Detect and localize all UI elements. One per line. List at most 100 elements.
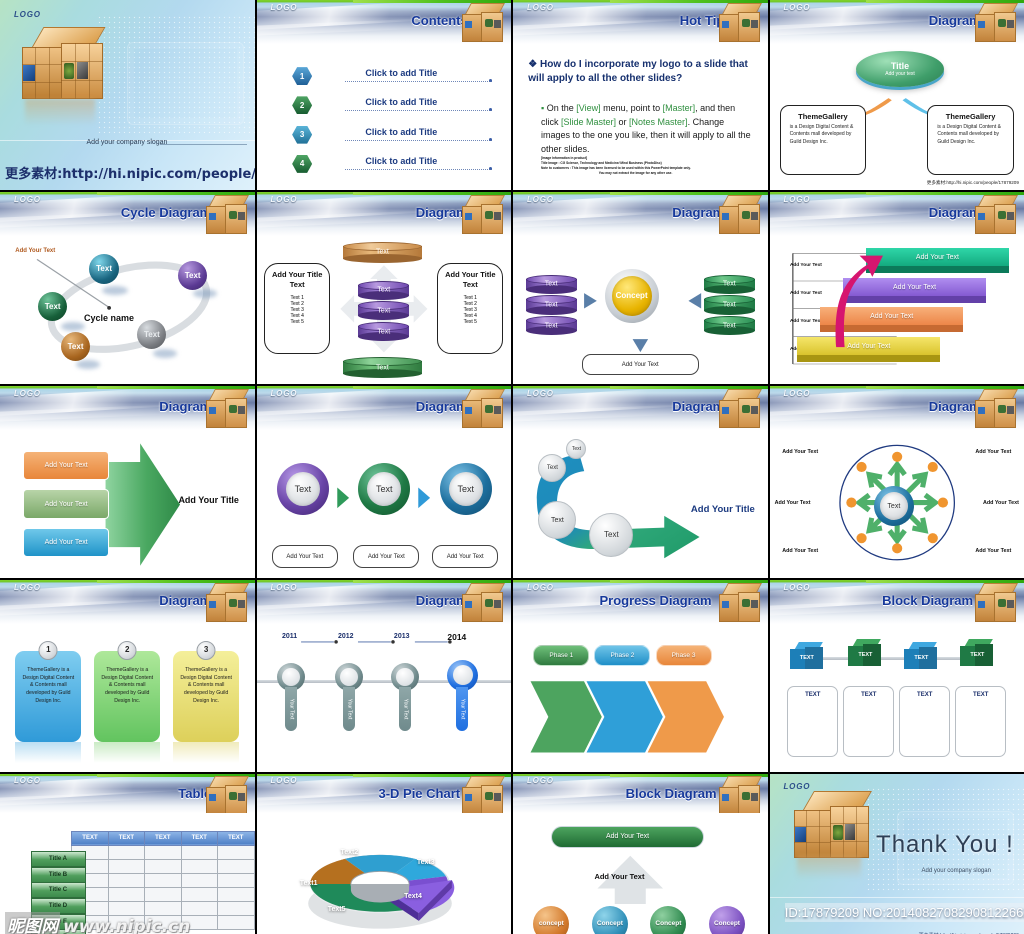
slide-title: Diagram <box>672 399 725 415</box>
slide-title: Diagram <box>159 399 212 415</box>
slide-cover[interactable]: LOGO Add your company slogan 更多素材:http:/… <box>0 0 255 190</box>
slide-diagram-rings[interactable]: LOGO Diagram Text Text Text Add Your Tex… <box>256 386 511 578</box>
left-cylinder[interactable]: Text <box>525 315 577 336</box>
slide-diagram-radial[interactable]: LOGO Diagram Text Add Your Text Add Your… <box>769 386 1024 578</box>
cube-icon <box>974 582 1020 625</box>
slide-block-diagram-cubes[interactable]: LOGO Block Diagram TEXT TEXT TEXT TEXT T… <box>769 580 1024 772</box>
phase-pill[interactable]: Phase 2 <box>594 644 651 666</box>
slide-progress-diagram[interactable]: LOGO Progress Diagram Phase 1 Phase 2 Ph… <box>513 580 768 772</box>
ring-caption[interactable]: Add Your Text <box>432 545 499 568</box>
slide-table[interactable]: LOGO Table TEXT TEXT TEXT TEXT TEXT Titl… <box>0 774 255 934</box>
center-cylinder[interactable]: Text <box>358 280 410 300</box>
slide-title: 3-D Pie Chart <box>378 785 461 801</box>
block-cube[interactable]: TEXT <box>789 641 824 672</box>
title-ellipse[interactable]: Title Add your text <box>856 51 945 87</box>
right-cylinder[interactable]: Text <box>703 274 755 294</box>
header-band: LOGO Hot Tip <box>513 0 768 44</box>
slide-diagram-arrow[interactable]: LOGO Diagram Add Your Text Add Your Text… <box>0 386 255 578</box>
block-box[interactable]: TEXT <box>899 686 951 758</box>
contents-item[interactable]: 4 Click to add Title <box>292 154 496 173</box>
header-band: LOGO Diagram <box>769 192 1024 237</box>
diamond-bullet-icon: ❖ <box>528 59 538 71</box>
phase-pill[interactable]: Phase 3 <box>655 644 712 666</box>
slide-diagram-cards[interactable]: LOGO Diagram 1 ThemeGallery is a Design … <box>0 580 255 772</box>
side-box-right[interactable]: Add Your Title Text Text 1 Text 2 Text 3… <box>437 262 504 355</box>
contents-item[interactable]: 1 Click to add Title <box>292 67 496 86</box>
arrow-bar[interactable]: Add Your Text <box>22 489 110 519</box>
header-band: LOGO Diagram <box>0 580 255 625</box>
ring-node[interactable]: Text <box>276 462 329 515</box>
info-card[interactable]: 2 ThemeGallery is a Design Digital Conte… <box>94 640 161 743</box>
bottom-cylinder[interactable]: Text <box>343 357 422 379</box>
themegallery-box[interactable]: ThemeGallery is a Design Digital Content… <box>779 105 867 176</box>
block-cube[interactable]: TEXT <box>960 638 994 669</box>
right-cylinder[interactable]: Text <box>703 295 755 315</box>
ring-node[interactable]: Text <box>358 462 411 515</box>
year-connectors <box>300 640 452 644</box>
bottom-pill[interactable]: Add Your Text <box>581 354 699 376</box>
contents-item[interactable]: 2 Click to add Title <box>292 96 496 115</box>
row-header[interactable]: Title B <box>30 866 86 883</box>
block-box[interactable]: TEXT <box>843 686 895 758</box>
card-text: ThemeGallery is a Design Digital Content… <box>101 666 154 704</box>
slide-diagram-cylinders[interactable]: LOGO Diagram Text Text Text Text Text Ad… <box>256 192 511 384</box>
slide-thank-you[interactable]: LOGO Thank You ! Add your company slogan… <box>769 774 1024 934</box>
row-header[interactable]: Title A <box>30 851 86 868</box>
slide-diagram-curve[interactable]: LOGO Diagram Text Text Text Text Add You… <box>513 386 768 578</box>
contents-item[interactable]: 3 Click to add Title <box>292 125 496 144</box>
concept-ball[interactable]: concept <box>533 905 570 934</box>
slide-pie-chart[interactable]: LOGO 3-D Pie Chart Text1 Text2 Text3 Tex… <box>256 774 511 934</box>
themegallery-box[interactable]: ThemeGallery is a Design Digital Content… <box>927 105 1014 176</box>
slide-cycle-diagram[interactable]: LOGO Cycle Diagram Add Your Text Cycle n… <box>0 192 255 384</box>
concept-ball[interactable]: Concept <box>708 905 745 934</box>
concept-ball[interactable]: Concept <box>591 905 628 934</box>
phase-pill[interactable]: Phase 1 <box>533 644 590 666</box>
right-cylinder[interactable]: Text <box>703 315 755 336</box>
arrow-bar[interactable]: Add Your Text <box>22 527 110 558</box>
logo-placeholder: LOGO <box>526 582 554 592</box>
ring-node[interactable]: Text <box>439 462 492 515</box>
curve-node-label: Text <box>604 530 619 540</box>
header-band: LOGO Diagram <box>513 192 768 237</box>
side-arrows <box>584 293 702 309</box>
tip-answer: ▪ On the [View] menu, point to [Master],… <box>541 102 752 156</box>
info-card[interactable]: 3 ThemeGallery is a Design Digital Conte… <box>173 640 240 743</box>
left-cylinder[interactable]: Text <box>525 295 577 315</box>
cycle-node[interactable]: Text <box>89 253 120 284</box>
table-header-row: TEXT TEXT TEXT TEXT TEXT <box>71 830 255 846</box>
ring-caption[interactable]: Add Your Text <box>271 545 338 568</box>
top-cylinder[interactable]: Text <box>343 242 422 263</box>
block-cube[interactable]: TEXT <box>904 641 938 672</box>
slide-block-diagram-concepts[interactable]: LOGO Block Diagram Add Your Text Add You… <box>513 774 768 934</box>
concept-ball[interactable]: Concept <box>650 905 687 934</box>
row-header[interactable]: Title C <box>30 882 86 899</box>
block-box[interactable]: TEXT <box>955 686 1007 758</box>
arrow-title: Add Your Title <box>178 495 239 506</box>
center-cylinder[interactable]: Text <box>358 321 410 342</box>
slide-diagram-steps[interactable]: LOGO Diagram Add Your Text Add Your Text… <box>769 192 1024 384</box>
info-card[interactable]: 1 ThemeGallery is a Design Digital Conte… <box>15 640 82 743</box>
slide-contents[interactable]: LOGO Contents 1 Click to add Title 2 Cli… <box>256 0 511 190</box>
top-pill[interactable]: Add Your Text <box>551 825 704 848</box>
slide-diagram-themegallery[interactable]: LOGO Diagram Title Add your text ThemeGa… <box>769 0 1024 190</box>
thank-you-title: Thank You ! <box>876 831 1014 859</box>
cylinder-label: Text <box>377 307 391 315</box>
center-cylinder[interactable]: Text <box>358 301 410 321</box>
slide-title: Block Diagram <box>882 593 974 609</box>
arrow-bar[interactable]: Add Your Text <box>22 450 110 481</box>
ellipse-title-text: Title <box>890 61 910 71</box>
side-box-left[interactable]: Add Your Title Text Text 1 Text 2 Text 3… <box>264 262 331 355</box>
curve-node[interactable]: Text <box>589 512 634 557</box>
slide-diagram-timeline[interactable]: LOGO Diagram 2011 2012 2013 2014 Your Te… <box>256 580 511 772</box>
donut-chart[interactable] <box>277 820 491 934</box>
slide-title: Diagram <box>415 205 468 221</box>
ring-caption[interactable]: Add Your Text <box>353 545 420 568</box>
block-box[interactable]: TEXT <box>787 686 839 758</box>
pie-label: Text2 <box>340 848 359 856</box>
slide-hot-tip[interactable]: LOGO Hot Tip ❖ How do I incorporate my l… <box>513 0 768 190</box>
radial-center[interactable]: Text <box>873 486 914 527</box>
slide-diagram-concept[interactable]: LOGO Diagram Text Text Text Text Text Te… <box>513 192 768 384</box>
block-cube[interactable]: TEXT <box>848 638 882 669</box>
left-cylinder[interactable]: Text <box>525 274 577 294</box>
company-slogan: Add your company slogan <box>921 868 991 875</box>
